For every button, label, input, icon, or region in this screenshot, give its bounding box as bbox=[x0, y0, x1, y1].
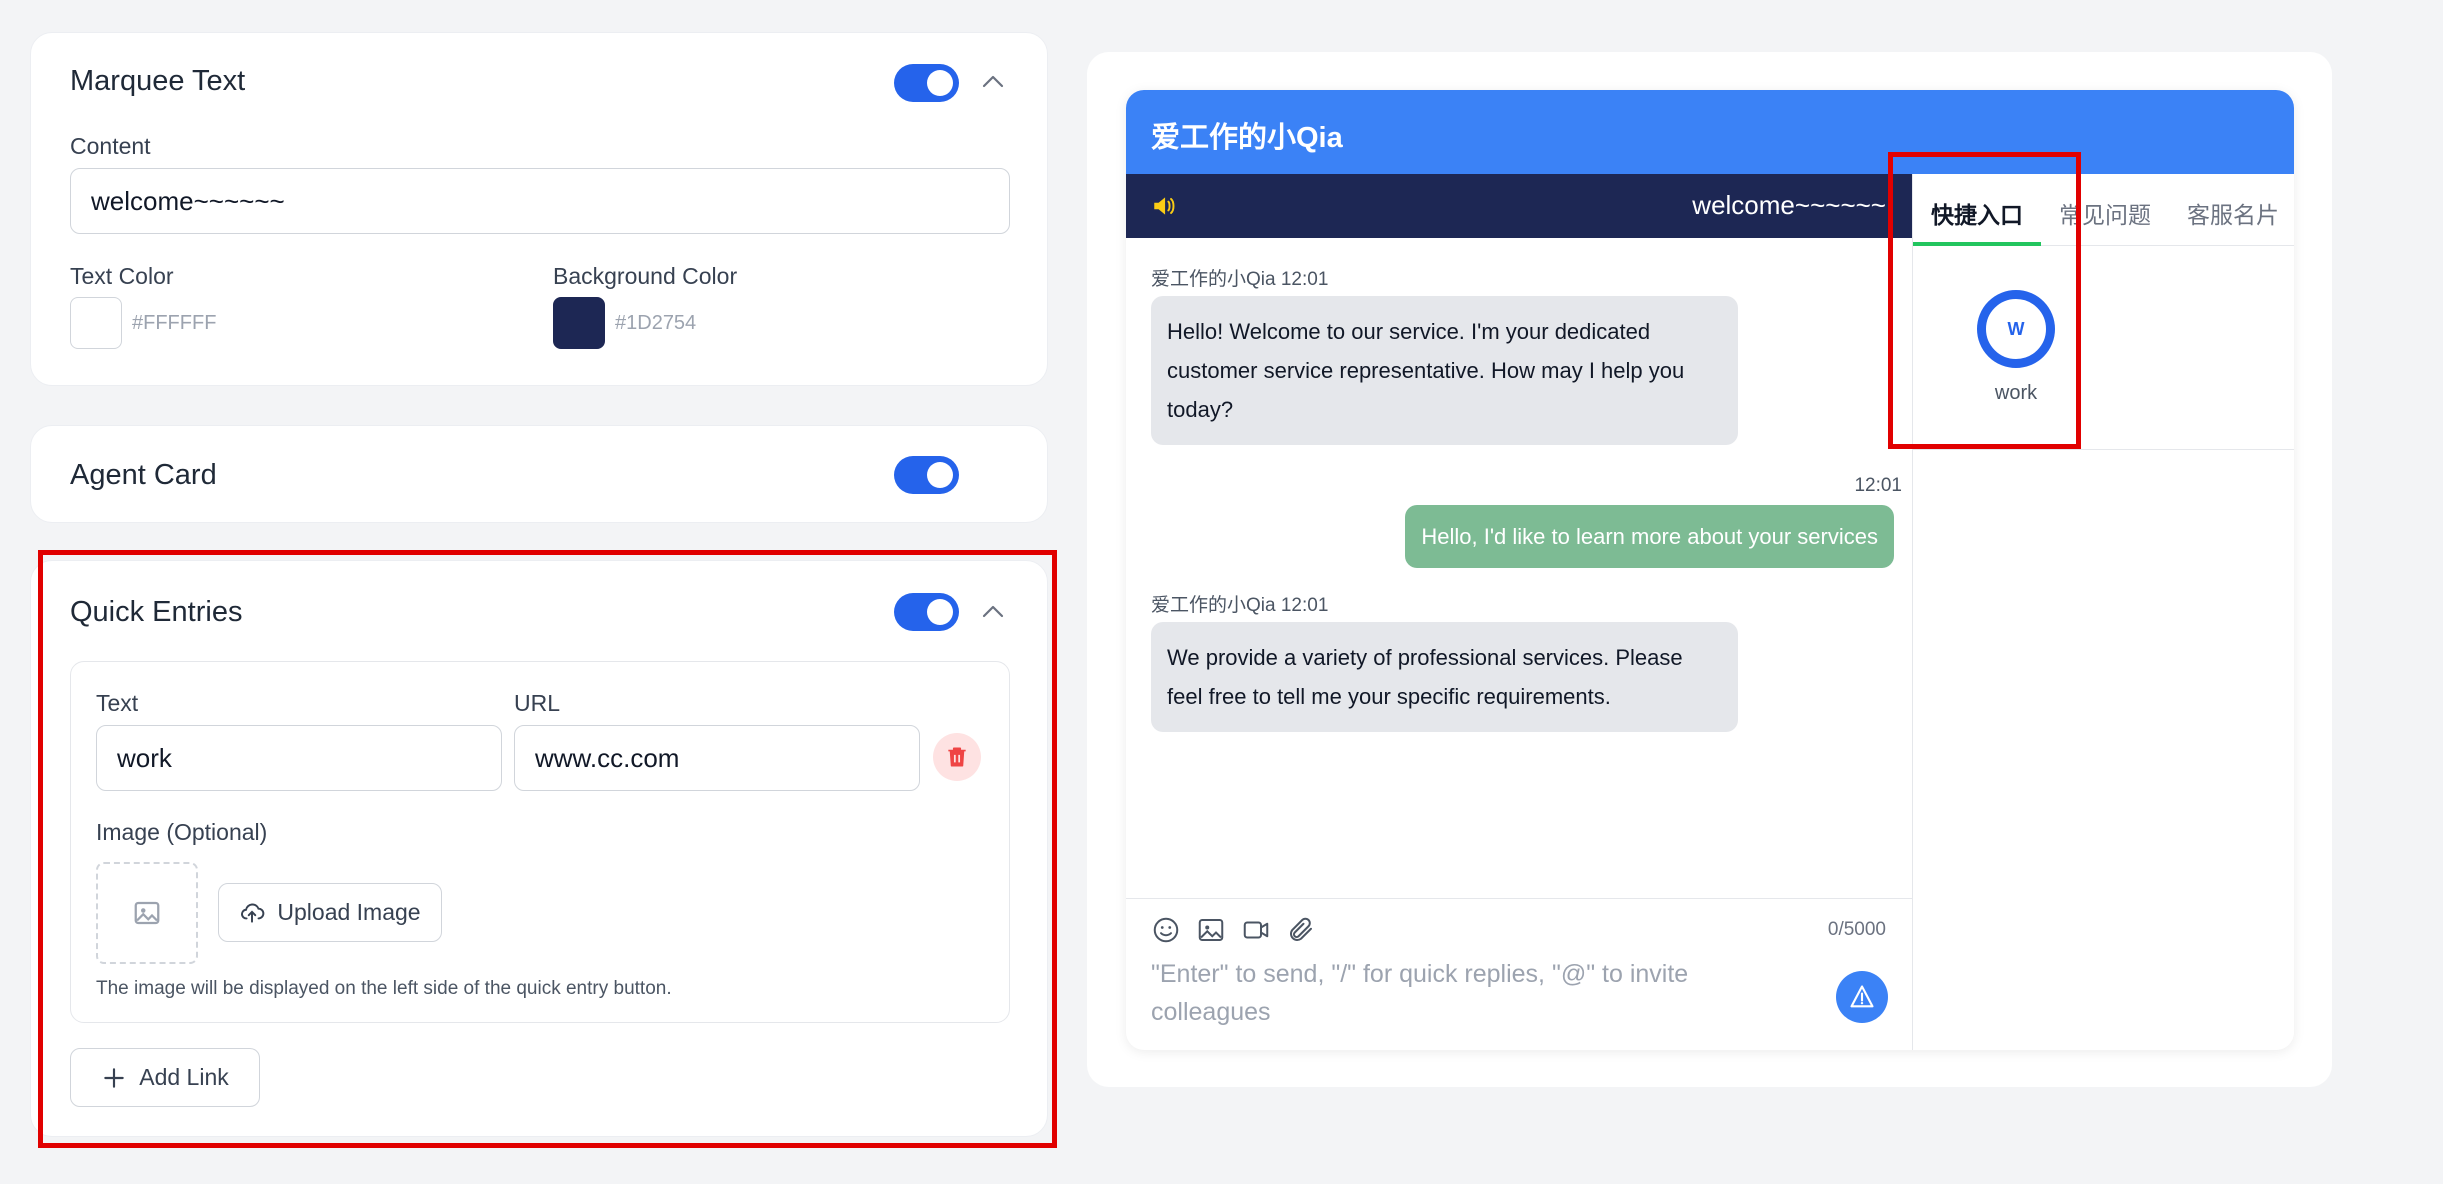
bg-color-value: #1D2754 bbox=[615, 312, 697, 334]
tab-quick-entries[interactable]: 快捷入口 bbox=[1931, 196, 2023, 230]
entry-text-input[interactable]: work bbox=[96, 725, 502, 791]
agent-message: Hello! Welcome to our service. I'm your … bbox=[1151, 296, 1738, 445]
image-label: Image (Optional) bbox=[96, 819, 268, 845]
chevron-up-icon[interactable] bbox=[978, 67, 1008, 97]
image-placeholder[interactable] bbox=[96, 862, 198, 964]
chat-widget-preview: 爱工作的小Qia welcome~~~~~~ 爱工作的小Qia 12:01 He… bbox=[1126, 90, 2294, 1050]
content-input[interactable]: welcome~~~~~~ bbox=[70, 168, 1010, 234]
chat-header: 爱工作的小Qia bbox=[1126, 90, 2294, 174]
message-meta: 爱工作的小Qia 12:01 bbox=[1151, 269, 1329, 290]
image-icon[interactable] bbox=[1196, 915, 1226, 945]
entry-url-input[interactable]: www.cc.com bbox=[514, 725, 920, 791]
text-color-value: #FFFFFF bbox=[132, 312, 217, 334]
send-icon bbox=[1850, 985, 1874, 1008]
tab-faq[interactable]: 常见问题 bbox=[2059, 196, 2151, 230]
text-color-swatch[interactable] bbox=[70, 297, 122, 349]
attachment-icon[interactable] bbox=[1286, 915, 1316, 945]
text-color-label: Text Color bbox=[70, 263, 174, 289]
marquee-toggle[interactable] bbox=[894, 64, 959, 102]
upload-image-button[interactable]: Upload Image bbox=[218, 883, 442, 942]
chat-title: 爱工作的小Qia bbox=[1151, 122, 1343, 154]
entry-text-label: Text bbox=[96, 690, 139, 716]
quick-entries-card: Quick Entries Text work URL www.cc.com I… bbox=[30, 560, 1048, 1137]
agent-message: We provide a variety of professional ser… bbox=[1151, 622, 1738, 732]
plus-icon bbox=[104, 1067, 124, 1088]
char-counter: 0/5000 bbox=[1827, 919, 1886, 940]
bg-color-label: Background Color bbox=[553, 263, 738, 289]
agent-card-settings: Agent Card bbox=[30, 425, 1048, 523]
entry-label: work bbox=[1994, 382, 2038, 404]
card-title: Quick Entries bbox=[70, 596, 243, 628]
marquee-text: welcome~~~~~~ bbox=[1692, 190, 1886, 220]
add-link-label: Add Link bbox=[139, 1064, 229, 1090]
trash-icon bbox=[948, 747, 966, 767]
content-label: Content bbox=[70, 133, 151, 159]
speaker-icon bbox=[1154, 197, 1175, 215]
send-button[interactable] bbox=[1836, 971, 1888, 1023]
bg-color-swatch[interactable] bbox=[553, 297, 605, 349]
card-title: Marquee Text bbox=[70, 65, 246, 97]
chat-sidebar: 快捷入口 常见问题 客服名片 W work bbox=[1912, 174, 2294, 1050]
image-hint: The image will be displayed on the left … bbox=[96, 978, 672, 999]
entry-avatar: W bbox=[1977, 290, 2055, 368]
quick-entries-toggle[interactable] bbox=[894, 593, 959, 631]
video-icon[interactable] bbox=[1241, 915, 1271, 945]
marquee-settings-card: Marquee Text Content welcome~~~~~~ Text … bbox=[30, 32, 1048, 386]
image-icon bbox=[134, 901, 160, 925]
message-input[interactable]: "Enter" to send, "/" for quick replies, … bbox=[1151, 955, 1791, 1031]
message-meta: 12:01 bbox=[1854, 475, 1902, 496]
delete-entry-button[interactable] bbox=[933, 733, 981, 781]
entry-url-label: URL bbox=[514, 690, 561, 716]
chevron-up-icon[interactable] bbox=[978, 597, 1008, 627]
emoji-icon[interactable] bbox=[1151, 915, 1181, 945]
upload-cloud-icon bbox=[241, 903, 265, 923]
add-link-button[interactable]: Add Link bbox=[70, 1048, 260, 1107]
composer: 0/5000 "Enter" to send, "/" for quick re… bbox=[1126, 898, 1912, 1050]
message-meta: 爱工作的小Qia 12:01 bbox=[1151, 595, 1329, 616]
tab-agent-card[interactable]: 客服名片 bbox=[2187, 196, 2279, 230]
user-message: Hello, I'd like to learn more about your… bbox=[1405, 505, 1894, 568]
sidebar-tabs: 快捷入口 常见问题 客服名片 bbox=[1913, 174, 2294, 246]
quick-entry-list: W work bbox=[1913, 246, 2294, 450]
upload-label: Upload Image bbox=[277, 899, 421, 925]
agent-card-toggle[interactable] bbox=[894, 456, 959, 494]
card-title: Agent Card bbox=[70, 459, 217, 491]
marquee-bar: welcome~~~~~~ bbox=[1126, 174, 1912, 238]
quick-entry-item: Text work URL www.cc.com Image (Optional… bbox=[70, 661, 1010, 1023]
